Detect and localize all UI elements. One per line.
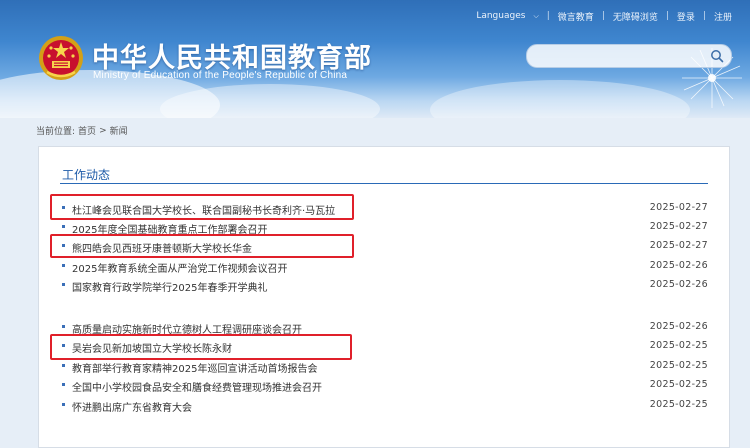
bullet-icon bbox=[62, 325, 65, 328]
bullet-icon bbox=[62, 383, 65, 386]
divider: | bbox=[702, 11, 706, 21]
news-item[interactable]: 高质量启动实施新时代立德树人工程调研座谈会召开 2025-02-26 bbox=[60, 318, 708, 337]
divider: | bbox=[546, 11, 550, 21]
section-title[interactable]: 工作动态 bbox=[62, 166, 110, 183]
search-icon[interactable] bbox=[710, 49, 724, 63]
divider: | bbox=[665, 11, 669, 21]
news-date: 2025-02-25 bbox=[649, 399, 708, 410]
news-item[interactable]: 2025年度全国基础教育重点工作部署会召开 2025-02-27 bbox=[60, 218, 708, 237]
breadcrumb: 当前位置: 首页 > 新闻 bbox=[36, 124, 128, 138]
news-item[interactable]: 杜江峰会见联合国大学校长、联合国副秘书长奇利齐·马瓦拉 2025-02-27 bbox=[60, 199, 708, 218]
news-item[interactable]: 熊四皓会见西班牙康普顿斯大学校长华金 2025-02-27 bbox=[60, 237, 708, 256]
news-item[interactable]: 国家教育行政学院举行2025年春季开学典礼 2025-02-26 bbox=[60, 276, 708, 295]
divider: | bbox=[601, 11, 605, 21]
cloud-decoration bbox=[430, 80, 690, 118]
search-box bbox=[526, 44, 732, 68]
news-date: 2025-02-25 bbox=[649, 360, 708, 371]
breadcrumb-separator: > bbox=[99, 125, 107, 136]
national-emblem-icon[interactable] bbox=[37, 34, 85, 82]
breadcrumb-home[interactable]: 首页 bbox=[78, 124, 96, 137]
news-date: 2025-02-27 bbox=[649, 221, 708, 232]
news-title[interactable]: 2025年度全国基础教育重点工作部署会召开 bbox=[72, 221, 267, 236]
news-panel: 工作动态 杜江峰会见联合国大学校长、联合国副秘书长奇利齐·马瓦拉 2025-02… bbox=[38, 146, 730, 448]
news-date: 2025-02-26 bbox=[649, 279, 708, 290]
news-title[interactable]: 吴岩会见新加坡国立大学校长陈永财 bbox=[72, 340, 232, 355]
news-item[interactable]: 教育部举行教育家精神2025年巡回宣讲活动首场报告会 2025-02-25 bbox=[60, 357, 708, 376]
news-date: 2025-02-26 bbox=[649, 260, 708, 271]
breadcrumb-label: 当前位置: bbox=[36, 127, 76, 137]
news-date: 2025-02-25 bbox=[649, 340, 708, 351]
wechat-link[interactable]: 微言教育 bbox=[558, 10, 594, 23]
bullet-icon bbox=[62, 403, 65, 406]
bullet-icon bbox=[62, 264, 65, 267]
top-nav: Languages ⌵ | 微言教育 | 无障碍浏览 | 登录 | 注册 bbox=[476, 9, 732, 23]
bullet-icon bbox=[62, 206, 65, 209]
news-title[interactable]: 全国中小学校园食品安全和膳食经费管理现场推进会召开 bbox=[72, 379, 322, 394]
news-item[interactable]: 全国中小学校园食品安全和膳食经费管理现场推进会召开 2025-02-25 bbox=[60, 376, 708, 395]
news-title[interactable]: 高质量启动实施新时代立德树人工程调研座谈会召开 bbox=[72, 321, 302, 336]
news-item[interactable]: 吴岩会见新加坡国立大学校长陈永财 2025-02-25 bbox=[60, 337, 708, 356]
bullet-icon bbox=[62, 225, 65, 228]
bullet-icon bbox=[62, 364, 65, 367]
bullet-icon bbox=[62, 244, 65, 247]
news-title[interactable]: 怀进鹏出席广东省教育大会 bbox=[72, 399, 192, 414]
news-date: 2025-02-25 bbox=[649, 379, 708, 390]
register-link[interactable]: 注册 bbox=[714, 10, 732, 23]
search-input[interactable] bbox=[537, 48, 701, 65]
news-item[interactable]: 怀进鹏出席广东省教育大会 2025-02-25 bbox=[60, 396, 708, 415]
chevron-down-icon[interactable]: ⌵ bbox=[533, 12, 538, 21]
news-title[interactable]: 熊四皓会见西班牙康普顿斯大学校长华金 bbox=[72, 240, 252, 255]
news-title[interactable]: 国家教育行政学院举行2025年春季开学典礼 bbox=[72, 279, 267, 294]
site-header: Languages ⌵ | 微言教育 | 无障碍浏览 | 登录 | 注册 中华人… bbox=[0, 0, 750, 118]
news-title[interactable]: 杜江峰会见联合国大学校长、联合国副秘书长奇利齐·马瓦拉 bbox=[72, 202, 335, 217]
news-title[interactable]: 2025年教育系统全面从严治党工作视频会议召开 bbox=[72, 260, 287, 275]
breadcrumb-current[interactable]: 新闻 bbox=[110, 124, 128, 137]
news-title[interactable]: 教育部举行教育家精神2025年巡回宣讲活动首场报告会 bbox=[72, 360, 317, 375]
languages-link[interactable]: Languages bbox=[476, 11, 525, 21]
accessibility-link[interactable]: 无障碍浏览 bbox=[613, 10, 658, 23]
login-link[interactable]: 登录 bbox=[677, 10, 695, 23]
news-date: 2025-02-27 bbox=[649, 240, 708, 251]
site-title-en: Ministry of Education of the People's Re… bbox=[93, 70, 348, 81]
section-divider bbox=[60, 183, 708, 184]
bullet-icon bbox=[62, 283, 65, 286]
news-date: 2025-02-27 bbox=[649, 202, 708, 213]
bullet-icon bbox=[62, 344, 65, 347]
news-item[interactable]: 2025年教育系统全面从严治党工作视频会议召开 2025-02-26 bbox=[60, 257, 708, 276]
news-date: 2025-02-26 bbox=[649, 321, 708, 332]
